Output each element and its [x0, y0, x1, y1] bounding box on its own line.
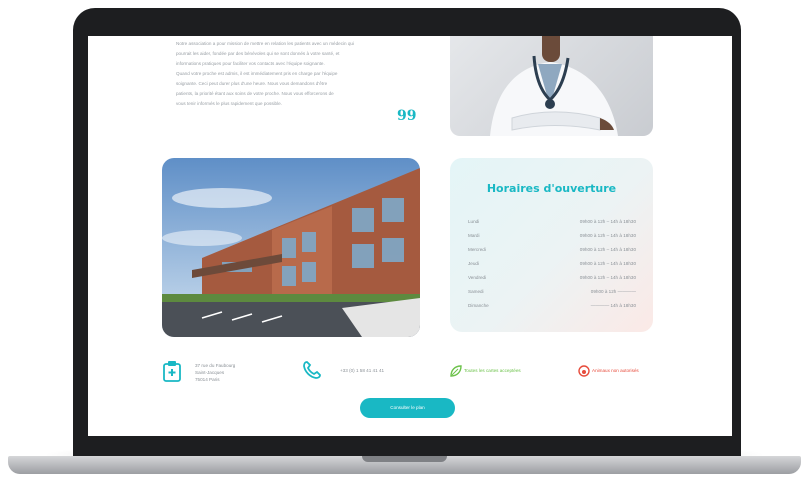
cloud — [162, 230, 242, 246]
hours-row: Lundi 09h00 à 12h – 14h à 18h30 — [468, 219, 636, 227]
neck — [542, 36, 560, 62]
cards-accepted: Toutes les cartes acceptées — [464, 368, 521, 373]
hours-title: Horaires d'ouverture — [486, 182, 617, 195]
hours-time: 09h00 à 12h – 14h à 18h30 — [579, 233, 636, 238]
quote-line: soignante. Ceci peut durer plus d'une he… — [176, 81, 328, 86]
quote-line: patients, la priorité étant aux soins de… — [176, 91, 334, 96]
quote-line: Notre association a pour mission de mett… — [176, 41, 354, 46]
hours-time: 09h00 à 12h – 14h à 18h30 — [579, 261, 636, 266]
hours-time: ———— 14h à 18h30 — [590, 303, 636, 308]
hours-row: Mardi 09h00 à 12h – 14h à 18h30 — [468, 233, 636, 241]
hours-day: Dimanche — [468, 303, 489, 308]
quote-icon: 99 — [397, 108, 417, 124]
address: 37 rue du Faubourg Saint-Jacques 75014 P… — [195, 362, 235, 383]
quote-line: Quand votre proche est admis, il est imm… — [176, 71, 338, 76]
opening-hours-card: Horaires d'ouverture Lundi 09h00 à 12h –… — [450, 158, 653, 332]
phone-icon[interactable] — [302, 360, 322, 385]
phone-number[interactable]: +33 (0) 1 58 41 41 41 — [340, 367, 384, 374]
leaf-icon — [450, 364, 462, 382]
hours-time: 09h00 à 12h ———— — [590, 289, 636, 294]
hospital-icon — [162, 360, 182, 387]
laptop-screen: Notre association a pour mission de mett… — [88, 36, 732, 436]
hours-day: Mardi — [468, 233, 480, 238]
hospital-illustration — [162, 158, 420, 337]
hospital-photo — [162, 158, 420, 337]
doctor-photo — [450, 36, 653, 136]
lawn — [162, 294, 420, 302]
address-line: 75014 Paris — [195, 377, 220, 382]
quote-text: Notre association a pour mission de mett… — [176, 40, 412, 110]
hours-row: Jeudi 09h00 à 12h – 14h à 18h30 — [468, 261, 636, 269]
address-line: 37 rue du Faubourg — [195, 363, 236, 368]
laptop-notch — [362, 456, 447, 462]
hours-day: Lundi — [468, 219, 480, 224]
hours-row: Dimanche ———— 14h à 18h30 — [468, 303, 636, 311]
hours-time: 09h00 à 12h – 14h à 18h30 — [579, 275, 636, 280]
cloud — [172, 188, 272, 208]
hours-row: Samedi 09h00 à 12h ———— — [468, 289, 636, 297]
hours-day: Jeudi — [468, 261, 479, 266]
address-line: Saint-Jacques — [195, 370, 225, 375]
quote-line: pourrait les aider, fondée par des bénév… — [176, 51, 340, 56]
hours-day: Vendredi — [468, 275, 487, 280]
hours-day: Samedi — [468, 289, 484, 294]
stethoscope-head — [545, 99, 555, 109]
hours-time: 09h00 à 12h – 14h à 18h30 — [579, 247, 636, 252]
doctor-illustration — [490, 36, 618, 136]
hours-day: Mercredi — [468, 247, 486, 252]
pet-forbidden-icon — [578, 364, 590, 382]
hours-row: Mercredi 09h00 à 12h – 14h à 18h30 — [468, 247, 636, 255]
hours-row: Vendredi 09h00 à 12h – 14h à 18h30 — [468, 275, 636, 283]
pets-not-allowed: Animaux non autorisés — [592, 368, 639, 373]
view-map-button[interactable]: Consulter le plan — [360, 398, 455, 418]
quote-line: informations pratiques pour faciliter vo… — [176, 61, 325, 66]
quote-line: vous tenir informés le plus rapidement q… — [176, 101, 282, 106]
hours-time: 09h00 à 12h – 14h à 18h30 — [579, 219, 636, 224]
